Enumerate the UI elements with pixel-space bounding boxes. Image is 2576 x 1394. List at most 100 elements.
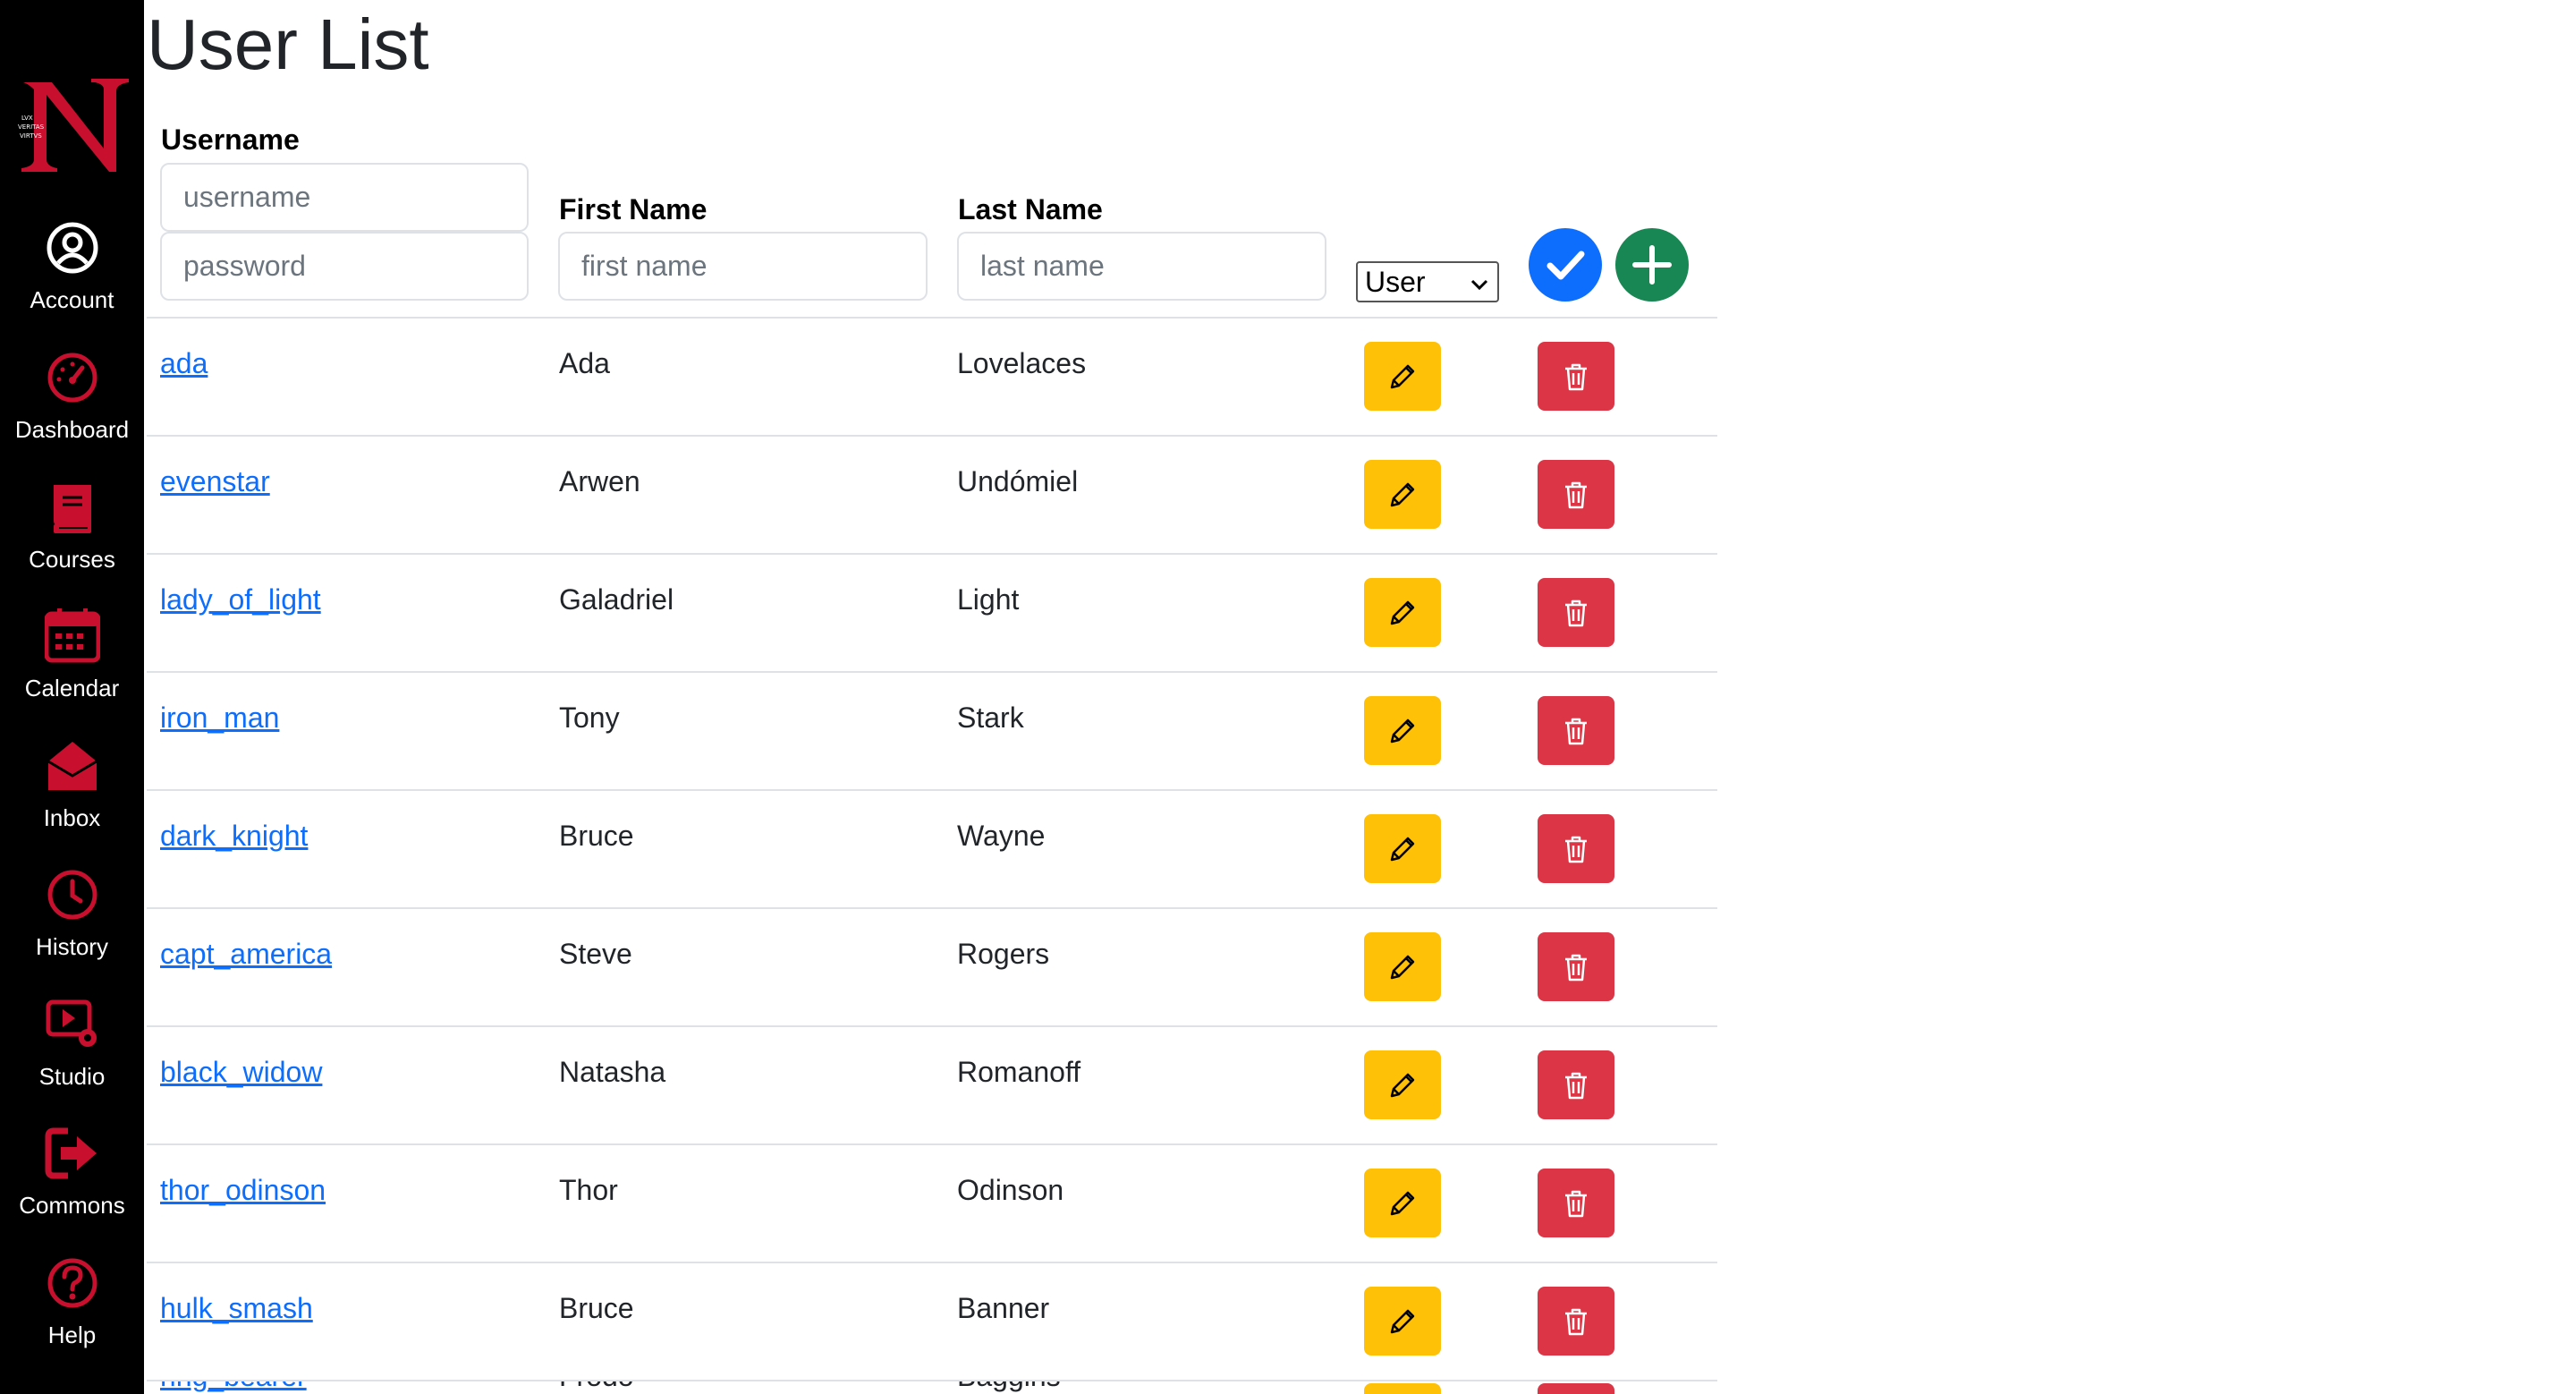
delete-button[interactable] <box>1538 1287 1614 1356</box>
delete-button[interactable] <box>1538 1169 1614 1237</box>
sidebar-item-dashboard[interactable]: Dashboard <box>0 350 144 466</box>
table-row: black_widow Natasha Romanoff <box>147 1027 1717 1145</box>
table-row: ring_bearer Frodo Baggins <box>147 1381 1717 1394</box>
last-name-cell: Banner <box>957 1292 1050 1324</box>
table-row: dark_knight Bruce Wayne <box>147 791 1717 909</box>
last-name-cell: Light <box>957 583 1020 616</box>
sidebar-item-label: Account <box>30 286 114 313</box>
sidebar-item-label: Courses <box>29 546 115 573</box>
username-link[interactable]: lady_of_light <box>160 582 321 617</box>
logo-motto-2: VERITAS <box>18 123 45 131</box>
username-link[interactable]: hulk_smash <box>160 1290 313 1326</box>
table-row: evenstar Arwen Undómiel <box>147 437 1717 555</box>
edit-button[interactable] <box>1364 814 1441 883</box>
first-name-cell: Natasha <box>559 1056 666 1088</box>
edit-button[interactable] <box>1364 342 1441 411</box>
book-icon <box>45 480 100 535</box>
account-circle-icon <box>45 220 100 276</box>
sidebar-item-label: Dashboard <box>14 416 130 443</box>
first-name-cell: Steve <box>559 938 632 970</box>
video-settings-icon <box>45 997 100 1052</box>
delete-button[interactable] <box>1538 932 1614 1001</box>
exit-arrow-icon <box>45 1126 100 1181</box>
edit-button[interactable] <box>1364 696 1441 765</box>
question-circle-icon <box>45 1255 100 1311</box>
last-name-input[interactable] <box>957 232 1326 301</box>
username-link[interactable]: capt_america <box>160 936 332 972</box>
username-link[interactable]: ring_bearer <box>160 1381 307 1394</box>
sidebar-item-inbox[interactable]: Inbox <box>0 738 144 854</box>
first-name-cell: Bruce <box>559 820 634 852</box>
username-link[interactable]: evenstar <box>160 463 270 499</box>
edit-button[interactable] <box>1364 1287 1441 1356</box>
calendar-icon <box>44 608 101 664</box>
first-name-cell: Thor <box>559 1174 618 1206</box>
last-name-cell: Undómiel <box>957 465 1079 497</box>
username-link[interactable]: iron_man <box>160 700 279 735</box>
envelope-open-icon <box>45 738 100 794</box>
delete-button[interactable] <box>1538 578 1614 647</box>
username-label: Username <box>161 123 300 156</box>
save-user-button[interactable] <box>1529 228 1602 302</box>
role-select-value: User <box>1365 266 1426 298</box>
sidebar-item-calendar[interactable]: Calendar <box>0 608 144 725</box>
logo-motto-3: VIRTVS <box>20 132 42 140</box>
first-name-input[interactable] <box>558 232 928 301</box>
delete-button[interactable] <box>1538 696 1614 765</box>
password-input[interactable] <box>160 232 529 301</box>
username-input[interactable] <box>160 163 529 232</box>
delete-button[interactable] <box>1538 460 1614 529</box>
username-link[interactable]: dark_knight <box>160 818 308 854</box>
table-row: thor_odinson Thor Odinson <box>147 1145 1717 1263</box>
sidebar-item-label: History <box>36 933 108 960</box>
sidebar-item-label: Calendar <box>24 675 120 701</box>
delete-button[interactable] <box>1538 342 1614 411</box>
edit-button[interactable] <box>1364 1050 1441 1119</box>
username-link[interactable]: ada <box>160 345 208 381</box>
last-name-cell: Romanoff <box>957 1056 1081 1088</box>
table-row: iron_man Tony Stark <box>147 673 1717 791</box>
delete-button[interactable] <box>1538 1050 1614 1119</box>
table-row: hulk_smash Bruce Banner <box>147 1263 1717 1381</box>
sidebar-item-courses[interactable]: Courses <box>0 480 144 596</box>
delete-button[interactable] <box>1538 1383 1614 1394</box>
sidebar-item-account[interactable]: Account <box>0 220 144 336</box>
sidebar-item-studio[interactable]: Studio <box>0 997 144 1113</box>
edit-button[interactable] <box>1364 932 1441 1001</box>
clock-icon <box>45 867 100 922</box>
sidebar-item-label: Commons <box>19 1192 125 1219</box>
first-name-cell: Galadriel <box>559 583 674 616</box>
table-row: ada Ada Lovelaces <box>147 319 1717 437</box>
edit-button[interactable] <box>1364 1169 1441 1237</box>
edit-button[interactable] <box>1364 578 1441 647</box>
sidebar-item-help[interactable]: Help <box>0 1255 144 1372</box>
username-link[interactable]: black_widow <box>160 1054 322 1090</box>
first-name-cell: Ada <box>559 347 610 379</box>
last-name-cell: Odinson <box>957 1174 1064 1206</box>
edit-button[interactable] <box>1364 460 1441 529</box>
username-link[interactable]: thor_odinson <box>160 1172 326 1208</box>
add-user-button[interactable] <box>1615 228 1689 302</box>
last-name-cell: Lovelaces <box>957 347 1087 379</box>
last-name-cell: Rogers <box>957 938 1050 970</box>
first-name-label: First Name <box>559 193 708 225</box>
last-name-cell: Stark <box>957 701 1024 734</box>
first-name-cell: Bruce <box>559 1292 634 1324</box>
sidebar-item-label: Help <box>47 1322 97 1348</box>
logo-motto-1: LVX <box>21 115 33 122</box>
chevron-down-icon <box>1469 268 1490 295</box>
speedometer-icon <box>45 350 100 405</box>
role-select[interactable]: User <box>1356 261 1499 302</box>
table-row: capt_america Steve Rogers <box>147 909 1717 1027</box>
delete-button[interactable] <box>1538 814 1614 883</box>
last-name-cell: Wayne <box>957 820 1046 852</box>
sidebar-item-history[interactable]: History <box>0 867 144 983</box>
first-name-cell: Frodo <box>559 1381 634 1394</box>
last-name-label: Last Name <box>958 193 1103 225</box>
university-logo[interactable]: LVX VERITAS VIRTVS <box>16 77 129 172</box>
last-name-cell: Baggins <box>957 1381 1061 1394</box>
table-row: lady_of_light Galadriel Light <box>147 555 1717 673</box>
edit-button[interactable] <box>1364 1383 1441 1394</box>
sidebar-item-commons[interactable]: Commons <box>0 1126 144 1242</box>
sidebar-item-label: Studio <box>38 1063 106 1090</box>
